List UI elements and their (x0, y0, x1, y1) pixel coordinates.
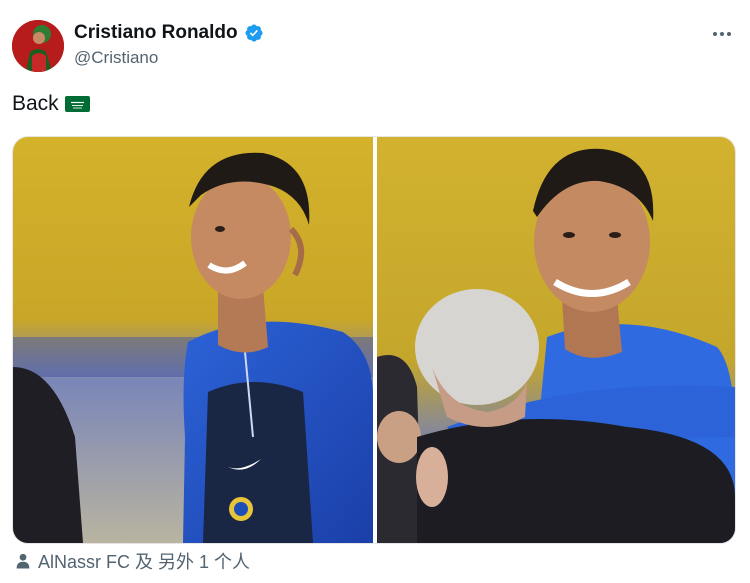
more-dot-icon (727, 32, 731, 36)
saudi-flag-icon (64, 96, 90, 112)
more-dot-icon (720, 32, 724, 36)
tweet-text-content: Back (12, 92, 59, 115)
media-grid (12, 136, 736, 544)
more-dot-icon (713, 32, 717, 36)
avatar[interactable] (12, 20, 64, 72)
tagged-people-label[interactable]: AlNassr FC 及 另外 1 个人 (38, 548, 250, 574)
tweet-header: Cristiano Ronaldo @Cristiano (12, 18, 738, 74)
person-icon (16, 553, 30, 569)
verified-badge-icon (245, 24, 263, 42)
author-name[interactable]: Cristiano Ronaldo (74, 22, 238, 44)
tagged-people[interactable]: AlNassr FC 及 另外 1 个人 (14, 548, 250, 574)
author-handle[interactable]: @Cristiano (74, 48, 264, 68)
photo-1[interactable] (13, 137, 373, 543)
tweet-text: Back (12, 92, 90, 116)
tweet: Cristiano Ronaldo @Cristiano Back AlNass… (0, 0, 750, 583)
more-options-button[interactable] (708, 24, 736, 44)
photo-2[interactable] (377, 137, 735, 543)
author-block: Cristiano Ronaldo @Cristiano (74, 22, 264, 68)
